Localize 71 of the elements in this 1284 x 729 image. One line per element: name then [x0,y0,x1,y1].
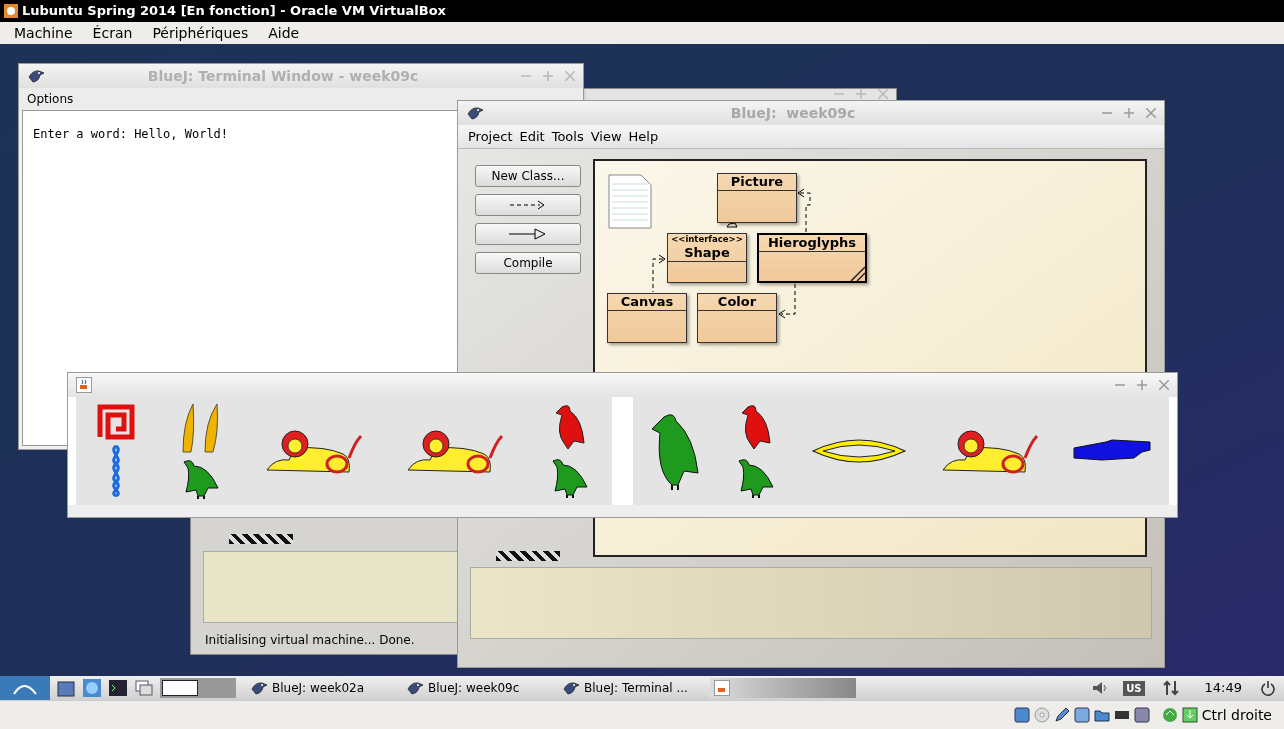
network-arrows-icon[interactable] [1162,679,1179,697]
menu-item[interactable]: Périphériques [152,22,249,44]
class-box[interactable]: Picture [717,173,797,223]
hollow-arrow-icon [509,228,547,240]
window-title: BlueJ: week09c [729,103,857,123]
globe-icon[interactable] [82,678,102,698]
bird-icon [250,681,268,695]
task-button[interactable]: BlueJ: week02a [242,678,392,698]
cup-icon [76,377,92,393]
class-box[interactable]: Canvas [607,293,687,343]
maximize-icon[interactable] [1137,380,1147,390]
window-title: BlueJ: Terminal Window - week09c [146,66,420,86]
cup-icon [714,680,730,696]
task-button[interactable]: BlueJ: Terminal ... [554,678,704,698]
task-button[interactable]: BlueJ: week09c [398,678,548,698]
dependency-arrow [778,283,796,319]
app-logo-icon [4,4,18,18]
inheritance-arrow [726,222,738,228]
menu-item[interactable]: Edit [519,126,545,147]
spiral-glyph [97,404,136,440]
menu-item[interactable]: Écran [92,22,133,44]
dependency-arrow [797,188,811,234]
clock[interactable]: 14:49 [1204,678,1242,698]
mouse-integration-icon[interactable] [1161,707,1178,723]
bird-icon [466,106,484,120]
menu-item[interactable]: Aide [268,22,300,44]
close-icon[interactable] [1159,380,1169,390]
power-icon[interactable] [1260,680,1276,696]
keyboard-layout[interactable]: US [1123,680,1145,696]
folder-icon[interactable] [1093,707,1110,723]
class-name: Picture [730,174,784,191]
class-stereotype: <<interface>> [671,234,743,245]
class-name: Hieroglyphs [768,235,856,252]
dashed-arrow-icon [510,200,546,210]
progress-stripe-icon [229,534,293,544]
inherits-arrow-button[interactable] [475,223,581,245]
maximize-icon[interactable] [1124,108,1134,118]
pen-icon[interactable] [1053,707,1070,723]
class-name: Canvas [620,294,674,311]
menu-item[interactable]: Tools [551,126,584,147]
uses-arrow-button[interactable] [475,194,581,216]
dependency-arrow [652,254,666,293]
menu-item[interactable]: Help [628,126,659,147]
output-text: Enter a word: Hello, World! [33,127,229,141]
toolbar-button[interactable]: Compile [475,252,581,274]
class-box[interactable]: Color [697,293,777,343]
vm-window-title: Lubuntu Spring 2014 [En fonction] - Oracle VM VirtualBox [22,2,446,21]
desktop-pager[interactable] [160,678,236,698]
task-button[interactable] [710,678,856,698]
class-box[interactable]: Hieroglyphs [757,233,867,283]
start-menu-icon[interactable] [0,676,50,700]
keyboard-capture-icon[interactable] [1181,707,1198,723]
bird-icon [562,681,580,695]
class-name: Shape [684,244,730,261]
menu-item[interactable]: Machine [14,22,73,44]
status-text: Initialising virtual machine... Done. [205,632,415,649]
windows-icon[interactable] [134,678,154,698]
bird-icon [406,681,424,695]
menu-item[interactable]: View [590,126,622,147]
host-key-label: Ctrl droite [1201,705,1272,725]
class-name: Color [717,294,757,311]
readme-note-icon[interactable] [608,174,652,229]
menu-item[interactable]: Options [27,90,74,108]
file-manager-icon[interactable] [56,678,76,698]
bird-icon [27,69,45,83]
toolbar-button[interactable]: New Class... [475,165,581,187]
menu-item[interactable]: Project [468,126,513,147]
terminal-icon[interactable] [108,678,128,698]
class-box[interactable]: <<interface>> Shape [667,233,747,283]
progress-stripe-icon [496,551,560,561]
close-icon[interactable] [1146,108,1156,118]
